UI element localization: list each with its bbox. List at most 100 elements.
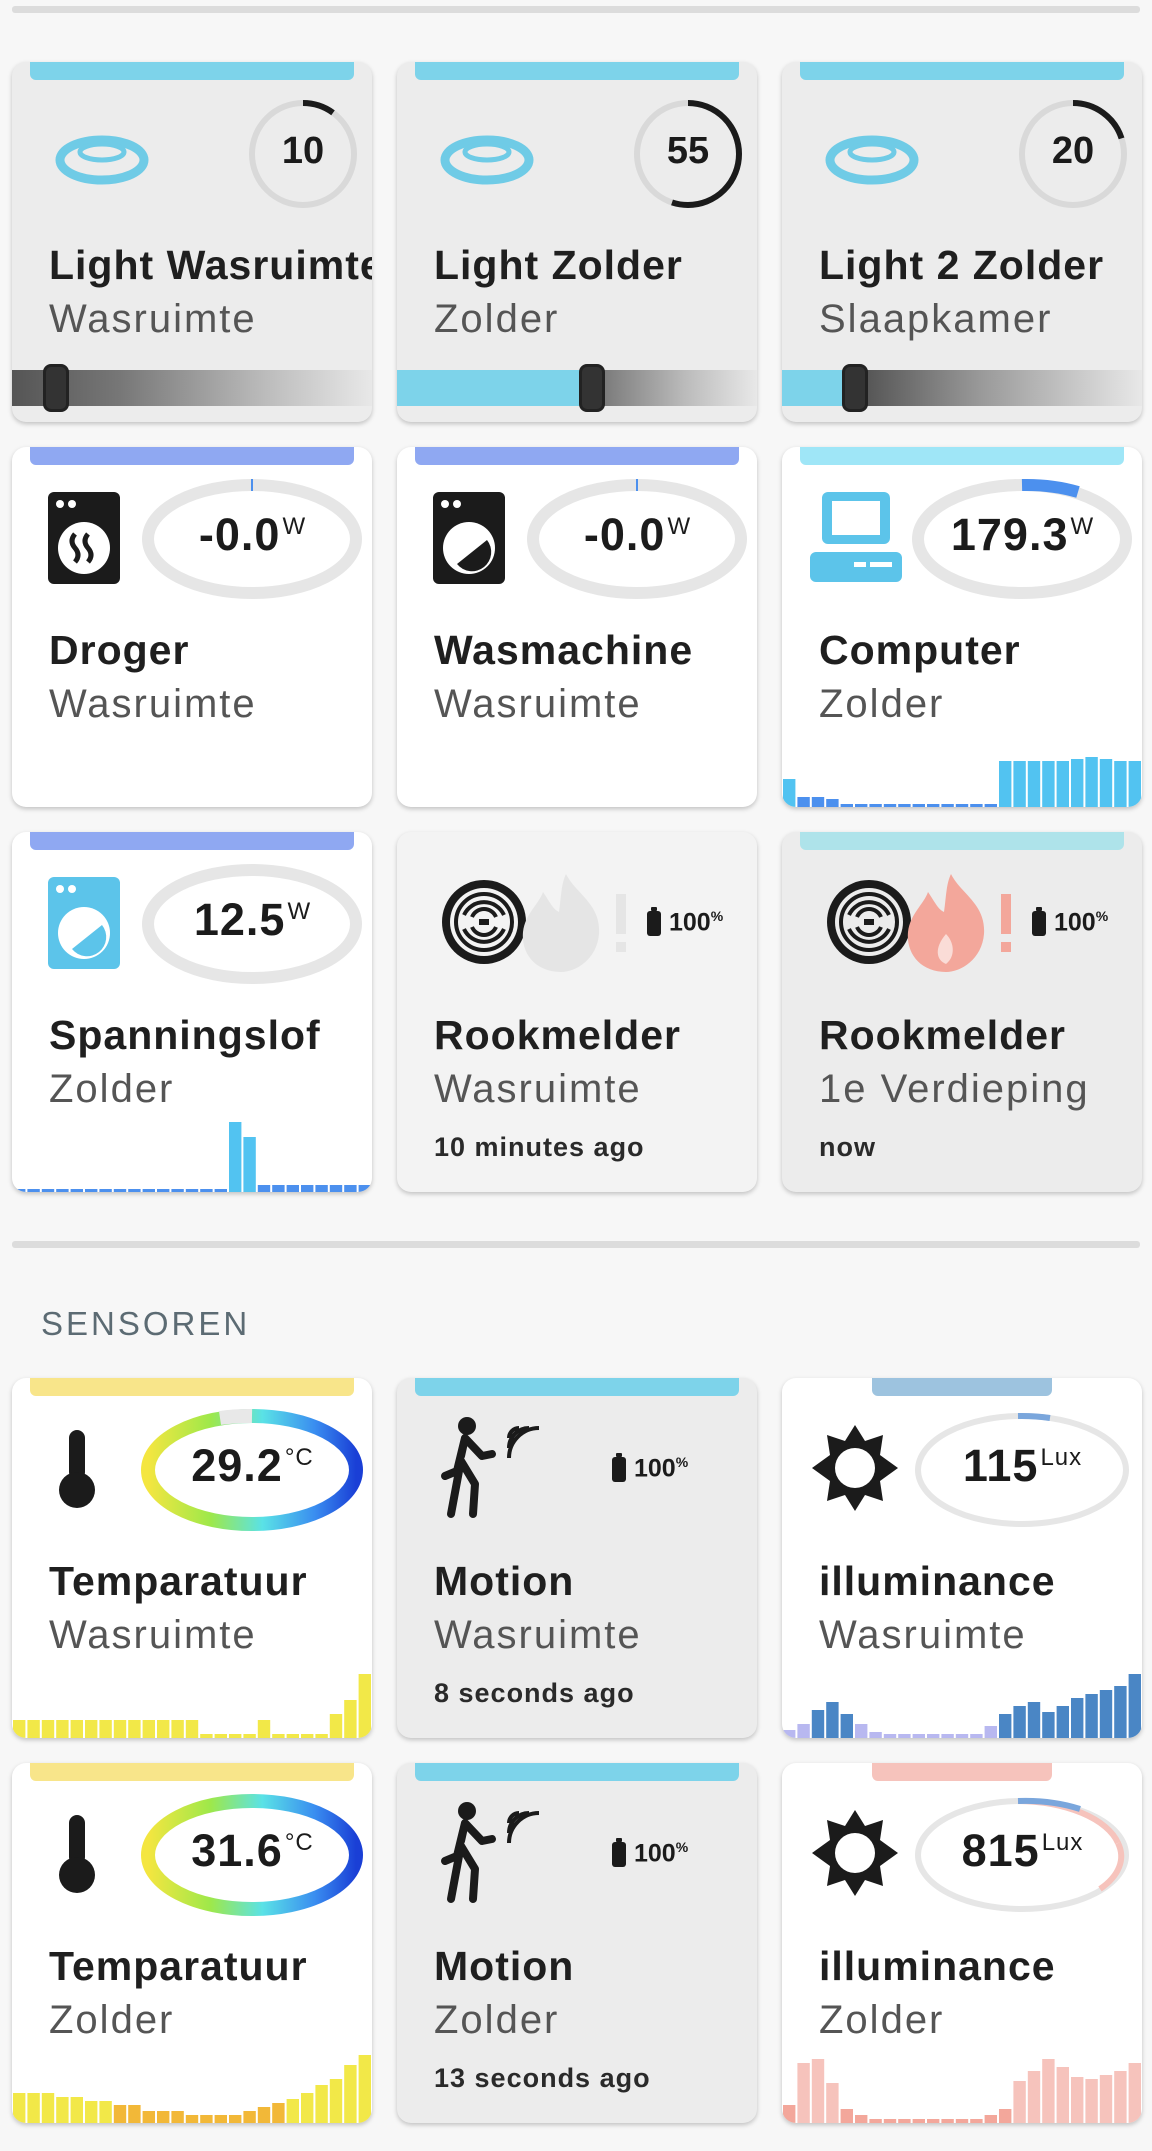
sparkline-bar [927,2119,940,2123]
value-text: 31.6 [191,1825,283,1876]
smoke-card-wasruimte[interactable]: 100% Rookmelder Wasruimte 10 minutes ago [397,832,757,1192]
sparkline-bar [41,2093,55,2123]
battery-indicator: 100% [612,1838,688,1868]
value-text: -0.0 [198,509,281,560]
sparkline-bar [171,2111,184,2123]
sparkline-bar [272,1734,285,1738]
power-card-computer[interactable]: 179.3W Computer Zolder [782,447,1142,807]
last-changed: 13 seconds ago [434,2063,651,2093]
sparkline-bar [56,1720,69,1738]
sun-icon [812,1810,898,1896]
sparkline-bar [200,1189,213,1192]
sparkline-bar [1027,1702,1041,1738]
brightness-slider[interactable] [12,364,372,412]
sparkline-bar [855,1724,868,1738]
sparkline-bar [142,2111,155,2123]
motion-card-wasruimte[interactable]: 100% Motion Wasruimte 8 seconds ago [397,1378,757,1738]
sparkline-bar [272,1185,285,1192]
sparkline-bar [898,2119,911,2123]
sparkline-bar [927,804,940,807]
sparkline-bar [243,2111,256,2123]
device-area: 1e Verdieping [819,1067,1090,1111]
fire-alert-icon [522,874,626,972]
sparkline-bar [243,1734,256,1738]
sparkline-bar [811,2059,825,2123]
sparkline-bar [56,2097,69,2123]
value-text: 115 [962,1440,1039,1491]
sparkline-bar [214,1734,227,1738]
sparkline-bar [1099,1690,1113,1738]
device-name: Motion [434,1558,575,1604]
sparkline-bar [185,2115,199,2123]
sparkline-bar [214,2115,227,2123]
motion-card-zolder[interactable]: 100% Motion Zolder 13 seconds ago [397,1763,757,2123]
illuminance-value: 115Lux [910,1440,1135,1492]
light-card-zolder[interactable]: 55 Light Zolder Zolder [397,62,757,422]
slider-handle[interactable] [579,364,605,412]
device-name: Motion [434,1943,575,1989]
device-name: Temparatuur [49,1943,308,1989]
power-card-wasmachine[interactable]: -0.0W Wasmachine Wasruimte [397,447,757,807]
sparkline-bar [315,2085,328,2123]
sparkline-bar [171,1189,184,1192]
sparkline-bar [1085,2079,1098,2123]
top-divider [12,6,1140,13]
sparkline-bar [286,1734,299,1738]
temperature-card-wasruimte[interactable]: 29.2°C Temparatuur Wasruimte [12,1378,372,1738]
sparkline-bar [185,1189,199,1192]
sparkline-bar [970,2119,983,2123]
sparkline-bar [999,1714,1012,1738]
sparkline-bar [344,1700,357,1738]
device-area: Wasruimte [434,682,642,726]
device-area: Wasruimte [49,682,257,726]
sparkline-bar [1128,761,1141,807]
temperature-card-zolder[interactable]: 31.6°C Temparatuur Zolder [12,1763,372,2123]
card-status-bar [800,62,1124,80]
card-status-bar [415,62,739,80]
sparkline-bar [70,1720,83,1738]
device-area: Wasruimte [434,1613,642,1657]
sparkline-bar [869,804,882,807]
sparkline-bar [984,1726,997,1738]
illuminance-value: 815Lux [910,1825,1135,1877]
washing-machine-icon [433,492,505,584]
sparkline-bar [855,804,868,807]
sparkline-bar [56,1189,69,1192]
brightness-value: 55 [666,130,710,172]
power-card-droger[interactable]: -0.0W Droger Wasruimte [12,447,372,807]
temperature-value: 31.6°C [140,1825,365,1877]
slider-handle[interactable] [43,364,69,412]
illuminance-card-wasruimte[interactable]: 115Lux illuminance Wasruimte [782,1378,1142,1738]
sparkline-bar [257,2107,271,2123]
sparkline-bar [1071,1698,1084,1738]
temperature-value: 29.2°C [140,1440,365,1492]
battery-indicator: 100% [647,907,723,937]
slider-handle[interactable] [842,364,868,412]
unit-text: °C [284,1829,314,1856]
device-area: Wasruimte [49,297,257,341]
sparkline-bar [927,1734,940,1738]
device-area: Zolder [434,297,560,341]
sparkline-bar [811,797,825,807]
brightness-slider[interactable] [397,364,757,412]
power-card-spanningslof[interactable]: 12.5W Spanningslof Zolder [12,832,372,1192]
light-card-2-zolder[interactable]: 20 Light 2 Zolder Slaapkamer [782,62,1142,422]
sparkline-bar [970,804,983,807]
brightness-slider[interactable] [782,364,1142,412]
sparkline-bar [955,2119,969,2123]
sparkline-bar [1056,761,1069,807]
temperature-sparkline [13,1674,371,1738]
sparkline-bar [344,2065,357,2123]
battery-value: 100 [634,1839,676,1868]
sparkline-bar [941,1734,954,1738]
battery-icon [612,1453,626,1483]
card-status-bar [415,447,739,465]
sparkline-bar [286,1185,299,1192]
illuminance-card-zolder[interactable]: 815Lux illuminance Zolder [782,1763,1142,2123]
sparkline-bar [855,2115,868,2123]
sparkline-bar [912,804,925,807]
sparkline-bar [797,2063,810,2123]
light-card-wasruimte[interactable]: 10 Light Wasruimte Wasruimte [12,62,372,422]
card-status-bar [30,447,354,465]
smoke-card-1e-verdieping[interactable]: 100% Rookmelder 1e Verdieping now [782,832,1142,1192]
